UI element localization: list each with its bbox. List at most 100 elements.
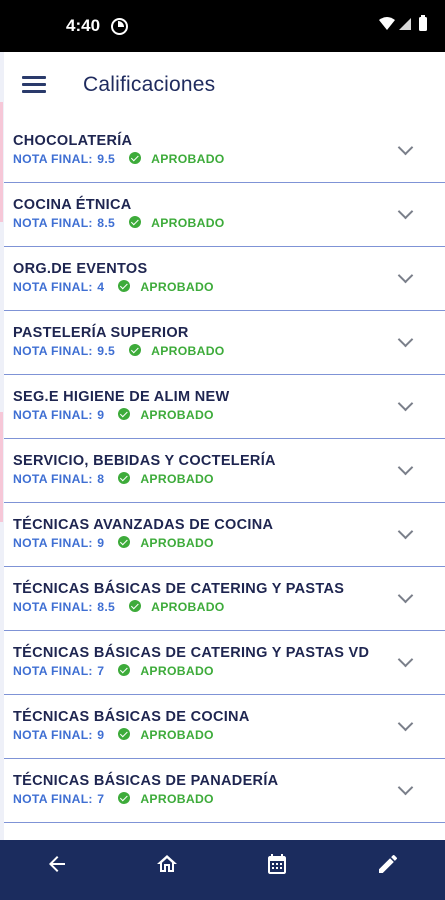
- grade-label: NOTA FINAL:: [13, 216, 93, 230]
- course-row[interactable]: SERVICIO, BEBIDAS Y COCTELERÍA NOTA FINAL…: [4, 440, 445, 503]
- course-row[interactable]: TÉCNICAS BÁSICAS DE CATERING Y PASTAS NOT…: [4, 568, 445, 631]
- page-title: Calificaciones: [83, 73, 216, 96]
- course-name: TÉCNICAS BÁSICAS DE CATERING Y PASTAS: [13, 581, 345, 597]
- menu-icon[interactable]: [22, 76, 46, 96]
- grade-value: 9: [97, 408, 105, 422]
- course-row[interactable]: COCINA ÉTNICA NOTA FINAL: 8.5 APROBADO: [4, 184, 445, 247]
- grade-value: 9: [97, 536, 105, 550]
- course-row[interactable]: TÉCNICAS BÁSICAS DE PANADERÍA NOTA FINAL:…: [4, 760, 445, 823]
- check-circle-icon: [129, 600, 142, 612]
- status-badge: APROBADO: [140, 664, 214, 678]
- check-circle-icon: [118, 536, 131, 548]
- bottom-navigation: [0, 840, 445, 900]
- chevron-down-icon[interactable]: [397, 203, 414, 220]
- grade-label: NOTA FINAL:: [13, 728, 93, 742]
- course-grade-line: NOTA FINAL: 8.5 APROBADO: [13, 598, 225, 614]
- course-row[interactable]: ORG.DE EVENTOS NOTA FINAL: 4 APROBADO: [4, 248, 445, 311]
- status-bar: 4:40: [0, 0, 445, 52]
- chevron-down-icon[interactable]: [397, 587, 414, 604]
- check-circle-icon: [118, 280, 131, 292]
- grade-label: NOTA FINAL:: [13, 792, 93, 806]
- check-circle-icon: [129, 216, 142, 228]
- course-row[interactable]: TÉCNICAS AVANZADAS DE COCINA NOTA FINAL: …: [4, 504, 445, 567]
- chevron-down-icon[interactable]: [397, 523, 414, 540]
- course-grade-line: NOTA FINAL: 7 APROBADO: [13, 790, 214, 806]
- check-circle-icon: [118, 728, 131, 740]
- status-badge: APROBADO: [140, 472, 214, 486]
- grade-value: 7: [97, 792, 105, 806]
- status-badge: APROBADO: [151, 600, 225, 614]
- course-name: PASTELERÍA SUPERIOR: [13, 325, 189, 341]
- course-grade-line: NOTA FINAL: 4 APROBADO: [13, 278, 214, 294]
- status-badge: APROBADO: [140, 408, 214, 422]
- grade-value: 8.5: [97, 216, 116, 230]
- check-circle-icon: [118, 664, 131, 676]
- chevron-down-icon[interactable]: [397, 139, 414, 156]
- course-name: SEG.E HIGIENE DE ALIM NEW: [13, 389, 230, 405]
- course-name: TÉCNICAS BÁSICAS DE PANADERÍA: [13, 773, 279, 789]
- status-badge: APROBADO: [151, 344, 225, 358]
- status-badge: APROBADO: [140, 280, 214, 294]
- course-name: CHOCOLATERÍA: [13, 133, 133, 149]
- course-grade-line: NOTA FINAL: 7 APROBADO: [13, 662, 214, 678]
- grade-label: NOTA FINAL:: [13, 600, 93, 614]
- status-badge: APROBADO: [151, 152, 225, 166]
- back-arrow-icon[interactable]: [37, 852, 77, 892]
- chevron-down-icon[interactable]: [397, 267, 414, 284]
- chevron-down-icon[interactable]: [397, 715, 414, 732]
- course-row[interactable]: CHOCOLATERÍA NOTA FINAL: 9.5 APROBADO: [4, 120, 445, 183]
- edit-pencil-icon[interactable]: [368, 852, 408, 892]
- course-name: COCINA ÉTNICA: [13, 197, 132, 213]
- grade-value: 8.5: [97, 600, 116, 614]
- grade-value: 7: [97, 664, 105, 678]
- chevron-down-icon[interactable]: [397, 651, 414, 668]
- course-grade-line: NOTA FINAL: 9.5 APROBADO: [13, 150, 225, 166]
- wifi-signal-battery-icon: [379, 15, 427, 31]
- grade-value: 9.5: [97, 344, 116, 358]
- home-icon[interactable]: [147, 852, 187, 892]
- course-grade-line: NOTA FINAL: 9 APROBADO: [13, 534, 214, 550]
- check-circle-icon: [129, 152, 142, 164]
- grade-label: NOTA FINAL:: [13, 280, 93, 294]
- status-badge: APROBADO: [140, 536, 214, 550]
- grade-label: NOTA FINAL:: [13, 664, 93, 678]
- course-grade-line: NOTA FINAL: 9 APROBADO: [13, 726, 214, 742]
- grade-label: NOTA FINAL:: [13, 472, 93, 486]
- chevron-down-icon[interactable]: [397, 779, 414, 796]
- course-name: TÉCNICAS BÁSICAS DE COCINA: [13, 709, 250, 725]
- course-row[interactable]: PASTELERÍA SUPERIOR NOTA FINAL: 9.5 APROBA…: [4, 312, 445, 375]
- course-grade-line: NOTA FINAL: 8.5 APROBADO: [13, 214, 225, 230]
- course-row-partial[interactable]: [4, 824, 445, 840]
- notification-app-icon: [111, 18, 128, 35]
- chevron-down-icon[interactable]: [397, 459, 414, 476]
- course-grade-line: NOTA FINAL: 8 APROBADO: [13, 470, 214, 486]
- grade-value: 9: [97, 728, 105, 742]
- grade-label: NOTA FINAL:: [13, 152, 93, 166]
- course-row[interactable]: TÉCNICAS BÁSICAS DE CATERING Y PASTAS VD…: [4, 632, 445, 695]
- status-badge: APROBADO: [140, 792, 214, 806]
- chevron-down-icon[interactable]: [397, 395, 414, 412]
- grade-value: 4: [97, 280, 105, 294]
- course-name: TÉCNICAS BÁSICAS DE CATERING Y PASTAS VD: [13, 645, 370, 661]
- grade-label: NOTA FINAL:: [13, 408, 93, 422]
- course-grade-line: NOTA FINAL: 9.5 APROBADO: [13, 342, 225, 358]
- course-name: SERVICIO, BEBIDAS Y COCTELERÍA: [13, 453, 276, 469]
- course-name: TÉCNICAS AVANZADAS DE COCINA: [13, 517, 274, 533]
- status-icons: [377, 14, 433, 36]
- course-row[interactable]: SEG.E HIGIENE DE ALIM NEW NOTA FINAL: 9 AP…: [4, 376, 445, 439]
- calendar-icon[interactable]: [257, 852, 297, 892]
- check-circle-icon: [118, 792, 131, 804]
- status-badge: APROBADO: [151, 216, 225, 230]
- check-circle-icon: [118, 408, 131, 420]
- chevron-down-icon[interactable]: [397, 331, 414, 348]
- course-row[interactable]: TÉCNICAS BÁSICAS DE COCINA NOTA FINAL: 9 A…: [4, 696, 445, 759]
- grade-label: NOTA FINAL:: [13, 536, 93, 550]
- course-list: CHOCOLATERÍA NOTA FINAL: 9.5 APROBADO COCIN…: [4, 120, 445, 840]
- check-circle-icon: [129, 344, 142, 356]
- status-time: 4:40: [66, 16, 101, 35]
- course-name: ORG.DE EVENTOS: [13, 261, 148, 277]
- status-badge: APROBADO: [140, 728, 214, 742]
- grade-label: NOTA FINAL:: [13, 344, 93, 358]
- grade-value: 8: [97, 472, 105, 486]
- grade-value: 9.5: [97, 152, 116, 166]
